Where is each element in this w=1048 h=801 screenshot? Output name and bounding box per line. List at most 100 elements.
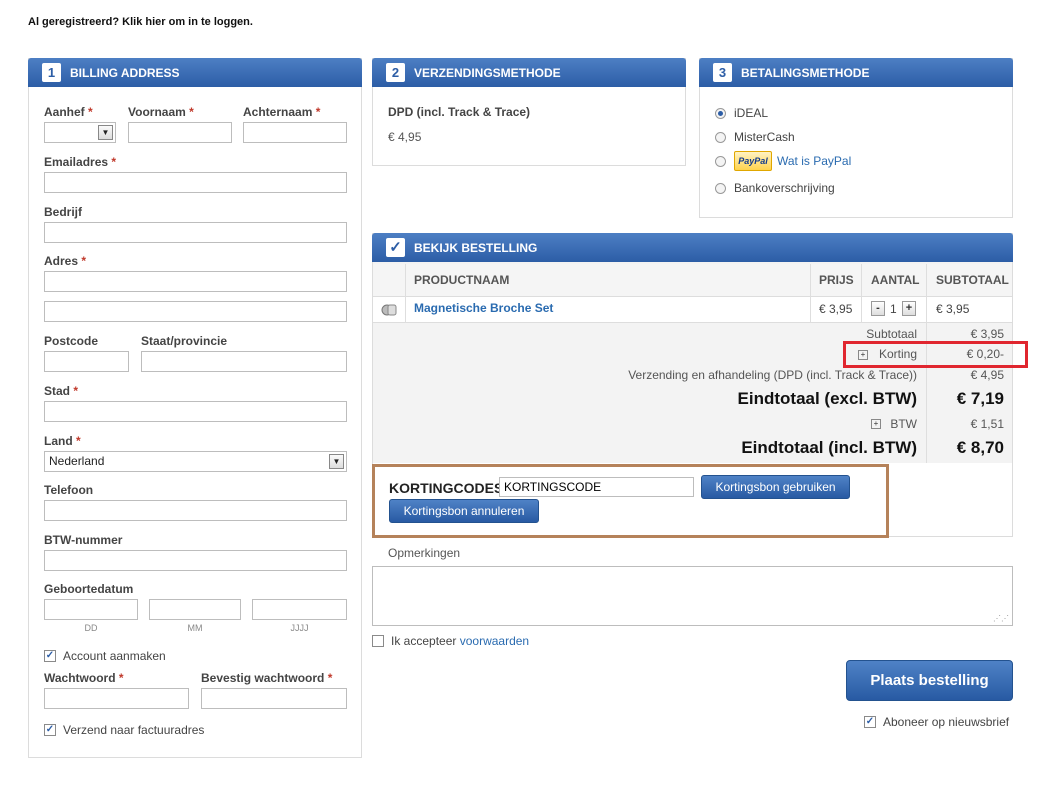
bankoverschrijving-label: Bankoverschrijving: [734, 181, 835, 195]
resize-grip-icon[interactable]: ⋰⋰: [993, 615, 1009, 623]
korting-highlight-box: [843, 341, 1028, 368]
col-aantal: AANTAL: [871, 273, 920, 287]
column-divider: [810, 264, 811, 323]
place-order-button[interactable]: Plaats bestelling: [846, 660, 1013, 701]
paypal-info-link[interactable]: Wat is PayPal: [777, 154, 851, 168]
achternaam-input[interactable]: [243, 122, 347, 143]
aanhef-label: Aanhef *: [44, 105, 93, 119]
verzending-value: € 4,95: [970, 368, 1004, 382]
stad-input[interactable]: [44, 401, 347, 422]
product-price: € 3,95: [819, 302, 853, 316]
step-number: 3: [713, 63, 732, 82]
btw-summary-label: BTW: [890, 417, 917, 431]
birth-day-input[interactable]: [44, 599, 138, 620]
telefoon-label: Telefoon: [44, 483, 94, 497]
mm-caption: MM: [187, 623, 203, 633]
postcode-label: Postcode: [44, 334, 99, 348]
password-input[interactable]: [44, 688, 189, 709]
land-value: Nederland: [49, 454, 105, 468]
col-prijs: PRIJS: [819, 273, 854, 287]
ideal-label: iDEAL: [734, 106, 769, 120]
order-title: BEKIJK BESTELLING: [414, 240, 538, 255]
chevron-down-icon: ▼: [98, 125, 113, 140]
newsletter-label: Aboneer op nieuwsbrief: [883, 715, 1010, 729]
checkmark-icon: ✓: [386, 238, 405, 257]
col-productnaam: PRODUCTNAAM: [414, 273, 510, 287]
product-subtotal: € 3,95: [936, 302, 970, 316]
column-divider: [861, 264, 862, 323]
jjjj-caption: JJJJ: [290, 623, 309, 633]
geboortedatum-label: Geboortedatum: [44, 582, 134, 596]
qty-decrease-button[interactable]: -: [871, 301, 885, 316]
qty-value: 1: [890, 302, 897, 316]
total-excl-value: € 7,19: [956, 389, 1004, 408]
apply-coupon-button[interactable]: Kortingsbon gebruiken: [701, 475, 850, 499]
voornaam-input[interactable]: [128, 122, 232, 143]
total-excl-label: Eindtotaal (excl. BTW): [737, 389, 917, 408]
billing-address-panel: 1 BILLING ADDRESS Aanhef * ▼ Voornaam * …: [28, 58, 362, 758]
step-number: 1: [42, 63, 61, 82]
ship-to-billing-label: Verzend naar factuuradres: [63, 723, 205, 737]
cancel-coupon-button[interactable]: Kortingsbon annuleren: [389, 499, 539, 523]
btw-summary-value: € 1,51: [970, 417, 1004, 431]
shipping-price: € 4,95: [388, 130, 422, 144]
account-checkbox[interactable]: ✓: [44, 650, 56, 662]
provincie-input[interactable]: [141, 351, 347, 372]
email-input[interactable]: [44, 172, 347, 193]
birth-year-input[interactable]: [252, 599, 347, 620]
confirm-password-input[interactable]: [201, 688, 347, 709]
terms-label: Ik accepteer voorwaarden: [391, 634, 530, 648]
ship-to-billing-checkbox[interactable]: ✓: [44, 724, 56, 736]
shipping-panel: 2 VERZENDINGSMETHODE DPD (incl. Track & …: [372, 58, 686, 166]
verzending-label: Verzending en afhandeling (DPD (incl. Tr…: [628, 368, 917, 382]
achternaam-label: Achternaam *: [243, 105, 321, 119]
payment-header: 3 BETALINGSMETHODE: [699, 58, 1013, 87]
radio-ideal[interactable]: [715, 108, 726, 119]
subtotaal-value: € 3,95: [970, 327, 1004, 341]
radio-paypal[interactable]: [715, 156, 726, 167]
btw-expand-icon[interactable]: +: [871, 419, 881, 429]
remarks-label: Opmerkingen: [388, 546, 461, 560]
land-label: Land *: [44, 434, 81, 448]
aanhef-select[interactable]: ▼: [44, 122, 116, 143]
paypal-logo-icon: PayPal: [734, 151, 772, 171]
subtotaal-label: Subtotaal: [866, 327, 917, 341]
mistercash-label: MisterCash: [734, 130, 795, 144]
terms-link[interactable]: voorwaarden: [460, 634, 529, 648]
birth-month-input[interactable]: [149, 599, 241, 620]
terms-checkbox[interactable]: [372, 635, 384, 647]
total-incl-value: € 8,70: [956, 438, 1004, 457]
total-incl-label: Eindtotaal (incl. BTW): [741, 438, 917, 457]
telefoon-input[interactable]: [44, 500, 347, 521]
qty-increase-button[interactable]: +: [902, 301, 916, 316]
billing-title: BILLING ADDRESS: [70, 65, 180, 80]
radio-bankoverschrijving[interactable]: [715, 183, 726, 194]
adres-input-2[interactable]: [44, 301, 347, 322]
product-thumbnail-icon: [381, 302, 397, 317]
login-link[interactable]: Al geregistreerd? Klik hier om in te log…: [28, 16, 253, 28]
shipping-method: DPD (incl. Track & Trace): [388, 105, 531, 119]
product-name-link[interactable]: Magnetische Broche Set: [414, 301, 553, 315]
shipping-title: VERZENDINGSMETHODE: [414, 65, 561, 80]
remarks-textarea[interactable]: ⋰⋰: [372, 566, 1013, 626]
payment-panel: 3 BETALINGSMETHODE iDEAL MisterCash PayP…: [699, 58, 1013, 218]
btw-input[interactable]: [44, 550, 347, 571]
provincie-label: Staat/provincie: [141, 334, 228, 348]
email-label: Emailadres *: [44, 155, 117, 169]
postcode-input[interactable]: [44, 351, 129, 372]
dd-caption: DD: [84, 623, 98, 633]
radio-mistercash[interactable]: [715, 132, 726, 143]
coupon-label: KORTINGCODES: [389, 480, 504, 496]
account-label: Account aanmaken: [63, 649, 166, 663]
coupon-input[interactable]: [499, 477, 694, 497]
col-subtotaal: SUBTOTAAL: [936, 273, 1009, 287]
adres-input[interactable]: [44, 271, 347, 292]
adres-label: Adres *: [44, 254, 87, 268]
land-select[interactable]: Nederland ▼: [44, 451, 347, 472]
wachtwoord-label: Wachtwoord *: [44, 671, 124, 685]
bedrijf-label: Bedrijf: [44, 205, 83, 219]
newsletter-checkbox[interactable]: ✓: [864, 716, 876, 728]
shipping-header: 2 VERZENDINGSMETHODE: [372, 58, 686, 87]
voornaam-label: Voornaam *: [128, 105, 194, 119]
bedrijf-input[interactable]: [44, 222, 347, 243]
